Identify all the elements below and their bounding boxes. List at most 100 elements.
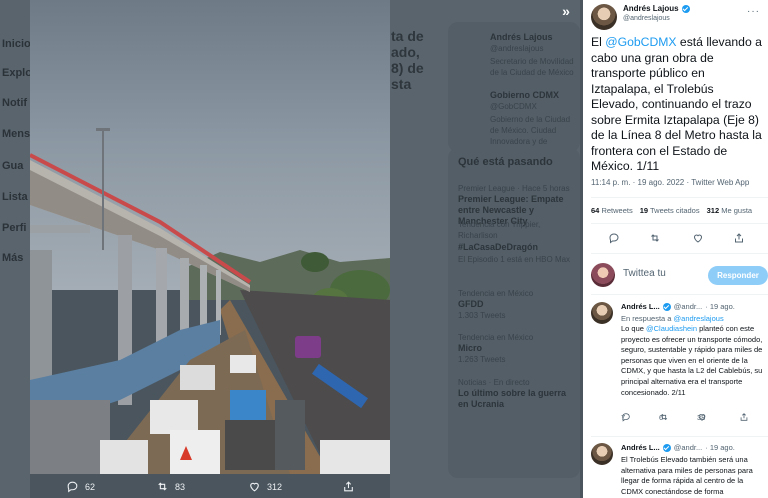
background-nav: Inicio Explo Notif Mens Gua Lista Perfi … <box>0 0 32 498</box>
trend-title: #LaCasaDeDragón <box>458 242 539 252</box>
tweet-author[interactable]: Andrés Lajous @andreslajous <box>591 4 690 30</box>
mention-link[interactable]: @Claudiashein <box>646 324 697 333</box>
trend-sub: Tendencia con Trippier, Richarlison <box>458 220 541 240</box>
retweet-icon <box>158 482 167 491</box>
verified-badge-icon <box>662 302 671 311</box>
reply-like-button[interactable]: 38 <box>697 412 707 422</box>
reply-header: Andrés L... @andr... · 19 ago. <box>621 443 735 452</box>
quotes-stat[interactable]: 19 Tweets citados <box>640 206 700 215</box>
photo-share-button[interactable] <box>342 480 355 493</box>
photo-like-button[interactable]: 312 <box>248 480 282 493</box>
reply-tweet[interactable]: Andrés L... @andr... · 19 ago. En respue… <box>591 302 763 436</box>
likes-stat[interactable]: 312 Me gusta <box>707 206 752 215</box>
construction-photo <box>30 0 390 474</box>
trend-title: Lo último sobre la guerra en Ucrania <box>458 388 567 409</box>
reply-share-button[interactable] <box>739 412 749 422</box>
photo-like-count: 312 <box>267 481 283 492</box>
reply-to-prefix: En respuesta a <box>621 314 674 323</box>
tweet-detail-panel: Andrés Lajous @andreslajous ··· El @GobC… <box>583 0 768 498</box>
likes-label: Me gusta <box>721 206 753 215</box>
like-button[interactable] <box>690 230 706 246</box>
reply-author-handle: @andr... <box>673 302 703 311</box>
author-handle[interactable]: @andreslajous <box>623 15 690 22</box>
photo-reply-button[interactable]: 62 <box>66 480 95 493</box>
retweets-count: 64 <box>591 206 600 215</box>
reply-button[interactable] <box>606 230 622 246</box>
reply-author-name[interactable]: Andrés L... <box>621 443 660 452</box>
wtf-handle: @GobCDMX <box>490 102 537 111</box>
trend-meta: Premier League · Hace 5 horas <box>458 184 570 193</box>
avatar[interactable] <box>591 302 613 324</box>
nav-profile: Perfi <box>2 222 27 234</box>
trend-meta: Noticias · En directo <box>458 378 530 387</box>
wtf-bio: Secretario de Movilidad de la Ciudad de … <box>490 57 574 77</box>
divider <box>591 294 768 295</box>
bg-partial-text: ado, <box>391 44 420 60</box>
wtf-handle: @andreslajous <box>490 44 544 53</box>
retweets-stat[interactable]: 64 Retweets <box>591 206 633 215</box>
divider <box>591 197 768 198</box>
trend-title: Micro <box>458 343 483 353</box>
bg-partial-text: ta de <box>391 28 424 44</box>
reply-icon <box>67 481 78 493</box>
photo-retweet-button[interactable]: 83 <box>156 480 185 493</box>
avatar[interactable] <box>591 443 613 465</box>
avatar <box>591 263 615 287</box>
tweet-text-prefix: El <box>591 35 606 49</box>
verified-badge-icon <box>681 4 690 13</box>
author-name-row: Andrés Lajous <box>623 4 690 13</box>
nav-messages: Mens <box>2 128 31 140</box>
trending-title: Qué está pasando <box>458 156 553 168</box>
tweet-timestamp[interactable]: 11:14 p. m. · 19 ago. 2022 · Twitter Web… <box>591 178 749 187</box>
trend-sub: El Episodio 1 está en HBO Max <box>458 255 571 264</box>
collapse-panel-button[interactable]: » <box>554 0 578 22</box>
trend-title: GFDD <box>458 299 484 309</box>
mention-link[interactable]: @andreslajous <box>674 314 724 323</box>
reply-text-body: planteó con este proyecto es ofrecer un … <box>621 324 763 397</box>
reply-date[interactable]: · 19 ago. <box>705 443 735 452</box>
reply-author-handle: @andr... <box>673 443 703 452</box>
quotes-count: 19 <box>639 206 649 215</box>
divider <box>591 436 768 437</box>
photo-action-bar: 62 83 312 <box>30 476 390 498</box>
share-button[interactable] <box>731 230 747 246</box>
avatar[interactable] <box>591 4 617 30</box>
tweet-actions <box>591 230 761 248</box>
reply-actions: 7 6 38 <box>621 412 761 424</box>
reply-icon <box>609 233 619 244</box>
trend-meta: Tendencia en México <box>458 289 534 298</box>
retweet-button[interactable] <box>647 230 663 246</box>
nav-more: Más <box>2 252 24 264</box>
retweet-icon <box>651 234 659 242</box>
reply-like-count: 38 <box>697 412 706 422</box>
more-options-icon[interactable]: ··· <box>747 6 760 17</box>
mention-link[interactable]: @GobCDMX <box>605 35 676 49</box>
reply-text: El Trolebús Elevado también será una alt… <box>621 455 753 496</box>
reply-tweet[interactable]: Andrés L... @andr... · 19 ago. El Troleb… <box>591 443 763 498</box>
tweet-text: El @GobCDMX está llevando a cabo una gra… <box>591 35 763 175</box>
reply-reply-button[interactable]: 7 <box>621 412 631 422</box>
trend-sub: 1.263 Tweets <box>458 355 506 364</box>
reply-author-name[interactable]: Andrés L... <box>621 302 660 311</box>
reply-input[interactable]: Twittea tu <box>623 268 666 279</box>
reply-composer: Twittea tu Responder <box>591 262 768 288</box>
bg-partial-text: sta <box>391 76 412 92</box>
nav-home: Inicio <box>2 38 31 50</box>
divider <box>591 253 768 254</box>
tweet-photo[interactable] <box>30 0 390 474</box>
nav-bookmarks: Gua <box>2 160 24 172</box>
wtf-name: Andrés Lajous <box>490 32 553 42</box>
photo-reply-count: 62 <box>85 481 96 492</box>
reply-retweet-count: 6 <box>659 412 664 422</box>
share-icon <box>740 413 748 421</box>
heart-icon <box>250 482 259 492</box>
quotes-label: Tweets citados <box>650 206 700 215</box>
reply-submit-button[interactable]: Responder <box>708 266 768 285</box>
tweet-text-body: está llevando a cabo una gran obra de tr… <box>591 35 762 173</box>
photo-retweet-count: 83 <box>175 481 186 492</box>
reply-date[interactable]: · 19 ago. <box>705 302 735 311</box>
author-name[interactable]: Andrés Lajous <box>623 4 679 13</box>
verified-badge-icon <box>662 443 671 452</box>
tweet-stats: 64 Retweets 19 Tweets citados 312 Me gus… <box>591 206 752 215</box>
reply-retweet-button[interactable]: 6 <box>659 412 669 422</box>
